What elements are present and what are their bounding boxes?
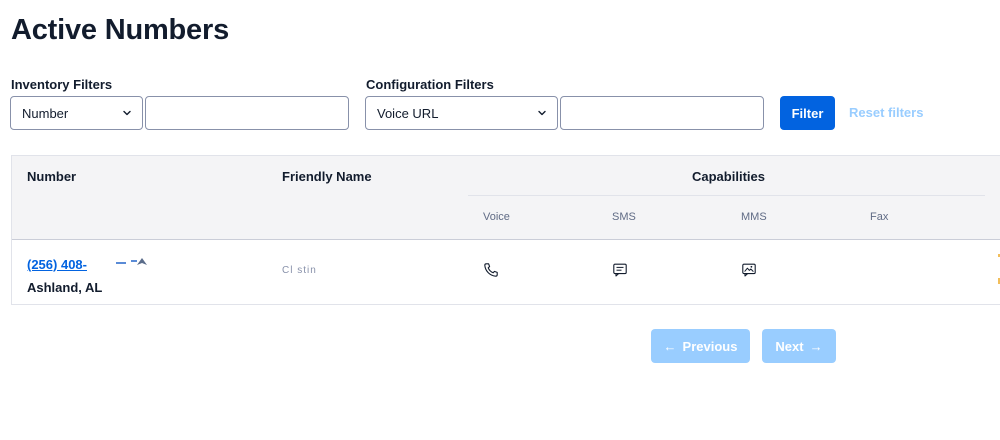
arrow-right-icon: → [809,338,823,354]
phone-icon [483,262,499,278]
inventory-filter-select[interactable]: Number [10,96,143,130]
phone-number-link[interactable]: (256) 408- [27,257,87,272]
numbers-table: Number Friendly Name Capabilities Voice … [11,155,1000,305]
redaction-mark [116,262,126,264]
mms-icon [741,262,757,278]
column-header-capabilities: Capabilities [692,169,765,184]
redaction-mark [136,254,148,265]
page-title: Active Numbers [11,14,229,46]
configuration-filter-input[interactable] [560,96,764,130]
inventory-filter-select-value: Number [22,105,69,121]
capabilities-divider [468,195,985,196]
next-page-button[interactable]: Next → [762,329,836,363]
column-header-sms: SMS [612,211,636,223]
friendly-name: Cl stin [282,265,317,276]
chevron-down-icon [122,108,132,118]
configuration-filter-select[interactable]: Voice URL [365,96,558,130]
previous-label: Previous [682,338,738,354]
reset-filters-button[interactable]: Reset filters [849,105,923,120]
next-label: Next [775,338,804,354]
column-header-friendly-name: Friendly Name [282,169,372,184]
chevron-down-icon [537,108,547,118]
previous-page-button[interactable]: ← Previous [651,329,750,363]
sms-icon [612,262,628,278]
table-header: Number Friendly Name Capabilities Voice … [12,156,1000,240]
inventory-filter-input[interactable] [145,96,349,130]
number-location: Ashland, AL [27,280,103,295]
column-header-number: Number [27,169,77,184]
configuration-filter-select-value: Voice URL [377,105,439,121]
table-row[interactable]: (256) 408- Ashland, AL Cl stin [12,240,1000,304]
column-header-voice: Voice [483,211,510,223]
configuration-filters-label: Configuration Filters [366,77,494,92]
column-header-mms: MMS [741,211,767,223]
inventory-filters-label: Inventory Filters [11,77,113,92]
filter-button[interactable]: Filter [780,96,835,130]
column-header-fax: Fax [870,211,889,223]
arrow-left-icon: ← [663,338,677,354]
